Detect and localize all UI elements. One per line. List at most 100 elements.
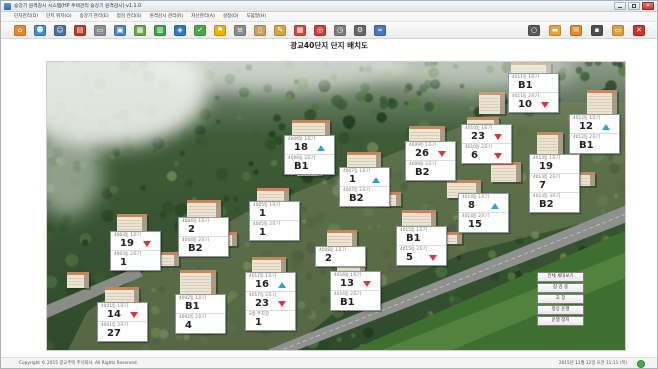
elevator-row[interactable]: 4009동 1호기 26 [406,142,455,161]
elevator-panel[interactable]: 4011동 1호기 B1 4011동 2호기 10 [508,73,559,113]
elevator-panel[interactable]: 4002동 1호기 B1 4002동 2호기 4 [175,294,226,334]
elevator-row[interactable]: 4005동 2호기 1 [250,221,299,240]
elevator-panel[interactable]: 4005동 1호기 1 4005동 2호기 1 [249,201,300,241]
menu-item-elevator[interactable]: 승강기 관리(E) [80,12,109,22]
elevator-row[interactable]: 4012동 1호기 12 [570,115,619,134]
target-icon[interactable]: ◎ [314,25,326,36]
menu-item-help[interactable]: 도움말(H) [246,12,266,22]
document-icon[interactable]: ▭ [94,25,106,36]
elevator-panel[interactable]: 4007동 1호기 1 4007동 2호기 B2 [339,167,390,207]
elevator-row[interactable]: 4007동 1호기 1 [340,168,389,187]
network-icon[interactable]: ◈ [174,25,186,36]
user-group-icon[interactable]: ☻ [34,25,46,36]
clock-icon[interactable]: ◷ [334,25,346,36]
minimize-button[interactable] [614,2,626,10]
clipboard-icon[interactable]: ▯ [254,25,266,36]
exit-icon[interactable]: ✕ [633,25,645,36]
elevator-row[interactable]: 4004동 1호기 2 [179,218,228,237]
mail-icon[interactable]: ✉ [570,25,582,36]
elevator-row[interactable]: 4013동 3호기 B2 [530,193,579,212]
settings-icon[interactable]: ⚙ [354,25,366,36]
elevator-row[interactable]: 4008동 1호기 2 [316,247,365,266]
elevator-row[interactable]: 4014동 1호기 8 [459,194,508,213]
open-folder-icon[interactable]: ▭ [612,25,624,36]
legend-inspection-button[interactable]: 점 검 중 [537,283,584,293]
elevator-row[interactable]: 4003동 2호기 1 [111,251,160,270]
elevator-row[interactable]: 4017동 2호기 23 [246,292,295,311]
status-bar: Copyright © 2015 광교주택 주식회사. All Rights R… [1,357,657,368]
elevator-panel[interactable]: 4010동 1호기 23 4010동 2호기 6 [461,124,512,164]
elevator-panel[interactable]: 4001동 1호기 14 4001동 2호기 27 [97,302,148,342]
elevator-row[interactable]: 4013동 1호기 19 [530,155,579,174]
elevator-panel[interactable]: 4009동 1호기 26 4009동 2호기 B2 [405,141,456,181]
user-key-icon[interactable]: ☺ [54,25,66,36]
menu-item-settings[interactable]: 설정(O) [223,12,239,22]
close-icon: ✕ [645,3,651,9]
elevator-row[interactable]: 4001동 2호기 27 [98,322,147,341]
elevator-row[interactable]: 4013동 2호기 7 [530,174,579,193]
elevator-row[interactable]: 4011동 1호기 B1 [509,74,558,93]
calendar-icon[interactable]: ▦ [294,25,306,36]
report-icon[interactable]: ≡ [234,25,246,36]
elevator-floor: 15 [468,219,482,230]
elevator-panel[interactable]: 4006동 1호기 18 4006동 2호기 B1 [284,135,335,175]
arrow-down-icon [541,102,549,108]
monitor-icon[interactable]: ▣ [114,25,126,36]
copyright-text: Copyright © 2015 광교주택 주식회사. All Rights R… [19,361,139,366]
notepad-icon[interactable]: ✎ [274,25,286,36]
elevator-panel[interactable]: 4017동 1호기 16 4017동 2호기 23 3층 주차장 1 [245,272,296,331]
elevator-row[interactable]: 4006동 2호기 B1 [285,155,334,174]
menu-item-remote-monitoring[interactable]: 원격감시 관리(R) [150,12,184,22]
elevator-row[interactable]: 4015동 2호기 5 [397,246,446,265]
legend-normal-button[interactable]: 정상 운행 [537,305,584,315]
legend-fault-button[interactable]: 고 장 [537,294,584,304]
elevator-row[interactable]: 4014동 2호기 15 [459,213,508,232]
elevator-panel[interactable]: 4013동 1호기 19 4013동 2호기 7 4013동 3호기 B2 [529,154,580,213]
elevator-row[interactable]: 4005동 1호기 1 [250,202,299,221]
elevator-row[interactable]: 4016동 1호기 13 [331,272,380,291]
folder-icon[interactable]: ▬ [549,25,561,36]
menu-item-assets[interactable]: 자산관리(A) [191,12,215,22]
elevator-row[interactable]: 4010동 2호기 6 [462,144,511,163]
book-icon[interactable]: ▤ [74,25,86,36]
search-icon[interactable]: ○ [528,25,540,36]
elevator-row[interactable]: 4017동 1호기 16 [246,273,295,292]
elevator-row[interactable]: 3층 주차장 1 [246,311,295,330]
menu-item-complex[interactable]: 단지관리(D) [14,12,38,22]
menu-item-location[interactable]: 단지 위치(G) [46,12,72,22]
menu-item-inspection[interactable]: 점검 관리(S) [117,12,142,22]
elevator-panel[interactable]: 4004동 1호기 2 4004동 2호기 B2 [178,217,229,257]
elevator-row[interactable]: 4006동 1호기 18 [285,136,334,155]
elevator-panel[interactable]: 4012동 1호기 12 4012동 2호기 B1 [569,114,620,154]
elevator-panel[interactable]: 4016동 1호기 13 4016동 2호기 B1 [330,271,381,311]
elevator-row[interactable]: 4004동 2호기 B2 [179,237,228,256]
elevator-row[interactable]: 4016동 2호기 B1 [331,291,380,310]
elevator-row[interactable]: 4015동 1호기 B1 [397,227,446,246]
elevator-row[interactable]: 4003동 1호기 19 [111,232,160,251]
check-icon[interactable]: ✓ [194,25,206,36]
elevator-panel[interactable]: 4008동 1호기 2 [315,246,366,267]
elevator-row[interactable]: 4012동 2호기 B1 [570,134,619,153]
elevator-floor: 14 [107,309,121,320]
legend-stopped-button[interactable]: 운행 정지 [537,316,584,326]
maximize-button[interactable] [628,2,640,10]
legend-all-households-button[interactable]: 전체 세대보기 [537,272,584,282]
bicycle-icon[interactable]: ∞ [374,25,386,36]
home-icon[interactable]: ⌂ [14,25,26,36]
table-icon[interactable]: ▦ [134,25,146,36]
elevator-panel[interactable]: 4014동 1호기 8 4014동 2호기 15 [458,193,509,233]
elevator-panel[interactable]: 4003동 1호기 19 4003동 2호기 1 [110,231,161,271]
elevator-row[interactable]: 4011동 2호기 10 [509,93,558,112]
elevator-row[interactable]: 4002동 1호기 B1 [176,295,225,314]
elevator-row[interactable]: 4010동 1호기 23 [462,125,511,144]
flag-icon[interactable]: ⚑ [214,25,226,36]
elevator-row[interactable]: 4001동 1호기 14 [98,303,147,322]
chart-icon[interactable]: ▥ [154,25,166,36]
elevator-panel[interactable]: 4015동 1호기 B1 4015동 2호기 5 [396,226,447,266]
elevator-row[interactable]: 4002동 2호기 4 [176,314,225,333]
close-button[interactable]: ✕ [642,2,654,10]
elevator-row[interactable]: 4009동 2호기 B2 [406,161,455,180]
archive-icon[interactable]: ▪ [591,25,603,36]
arrow-down-icon [438,151,446,157]
elevator-row[interactable]: 4007동 2호기 B2 [340,187,389,206]
